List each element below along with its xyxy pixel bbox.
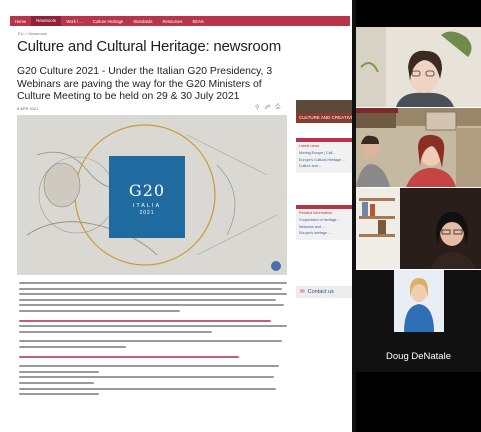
sidebar-box-title: Related Information [299, 211, 333, 215]
print-icon[interactable]: ⎙ [275, 104, 280, 111]
article-date: 8 APR 2021 [17, 106, 39, 111]
sidebar-link[interactable]: Networks and ... [299, 225, 349, 230]
article-subtitle: G20 Culture 2021 - Under the Italian G20… [17, 66, 273, 103]
participant-tile-2[interactable] [356, 108, 481, 187]
sidebar-link[interactable]: Moving Europe | Call ... [299, 151, 349, 156]
g20-logo-text: G20 [128, 181, 166, 200]
sidebar-link[interactable]: Cooperation of heritage ... [299, 218, 349, 223]
shared-webpage: Home Newsroom Work / ... Culture Heritag… [0, 0, 352, 432]
participant-video-2 [356, 108, 481, 187]
g20-italia-logo: G20 ITALIA 2021 [109, 156, 185, 238]
contact-us-link[interactable]: ✉ Contact us [296, 286, 352, 298]
participant-tile-3[interactable] [356, 188, 481, 269]
sidebar-box-title: Latest news [299, 144, 320, 148]
mail-icon: ✉ [300, 289, 305, 295]
article-tools: ⚲ ☍ ⎙ [255, 104, 280, 111]
nav-item-home[interactable]: Home [10, 19, 31, 24]
article-body-text [19, 282, 287, 399]
nav-item-newsroom[interactable]: Newsroom [31, 16, 62, 26]
participant-tile-1[interactable] [356, 27, 481, 107]
g20-logo-year: 2021 [139, 210, 155, 216]
nav-item-resources[interactable]: Resources [157, 19, 187, 24]
g20-logo-country: ITALIA [132, 203, 162, 209]
sidebar-banner-title[interactable]: CULTURE AND CREATIVITY [296, 113, 352, 123]
nav-item-culture-heritage[interactable]: Culture Heritage [88, 19, 129, 24]
gallery-top-area [356, 0, 481, 27]
page-title: Culture and Cultural Heritage: newsroom [17, 38, 281, 55]
sidebar-link[interactable]: Europe's Cultural Heritage ... [299, 158, 349, 163]
nav-item-eeas[interactable]: EEAS [187, 19, 208, 24]
participant-tile-doug-denatale[interactable]: Doug DeNatale [356, 270, 481, 372]
nav-item-standards[interactable]: Standards [128, 19, 157, 24]
tile-2-overlay-label [356, 108, 398, 113]
gallery-bottom-area [356, 372, 481, 432]
article-hero-image: G20 ITALIA 2021 [17, 115, 287, 275]
participant-name-label: Doug DeNatale [386, 351, 451, 362]
participant-video-3 [356, 188, 481, 269]
sidebar-link[interactable]: Culture and ... [299, 164, 349, 169]
share-icon[interactable]: ☍ [264, 104, 270, 111]
breadcrumb[interactable]: EU > Newsroom [18, 31, 47, 36]
top-navigation: Home Newsroom Work / ... Culture Heritag… [10, 16, 350, 26]
screen: Home Newsroom Work / ... Culture Heritag… [0, 0, 481, 432]
nav-item-work[interactable]: Work / ... [61, 19, 88, 24]
sidebar-latest-news: Latest news Moving Europe | Call ... Eur… [296, 138, 352, 173]
sidebar-banner-image [296, 100, 352, 113]
sidebar-link[interactable]: Europe's heritage ... [299, 231, 349, 236]
contact-us-label: Contact us [307, 289, 334, 295]
sidebar-related-info: Related Information Cooperation of herit… [296, 205, 352, 240]
search-icon[interactable]: ⚲ [255, 104, 259, 111]
participant-video-1 [356, 27, 481, 107]
